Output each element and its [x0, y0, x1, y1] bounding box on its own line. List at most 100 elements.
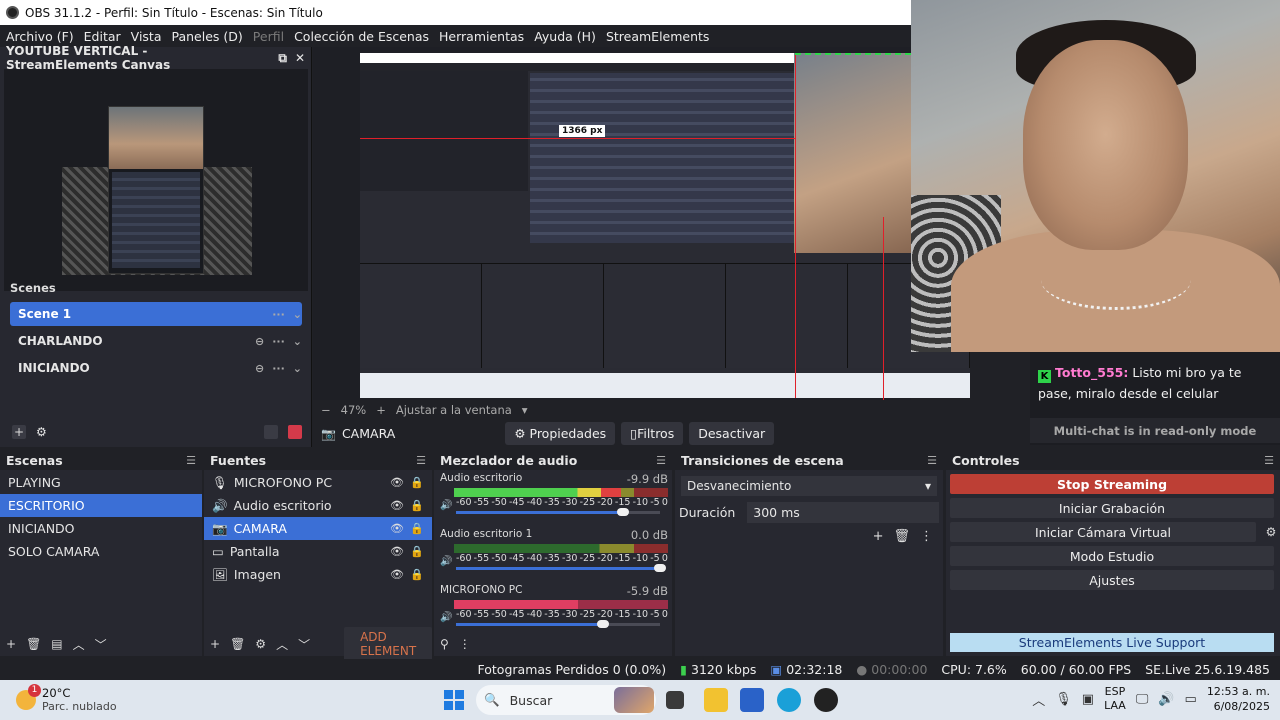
volume-slider[interactable] — [456, 508, 660, 516]
mute-toggle-icon[interactable]: 🔊 — [440, 556, 452, 567]
move-down-icon[interactable]: ﹀ — [298, 636, 310, 653]
volume-slider[interactable] — [456, 620, 660, 628]
more-icon[interactable]: ··· — [272, 362, 285, 375]
filter-icon[interactable]: ▤ — [51, 637, 62, 651]
eye-icon[interactable]: 👁 — [390, 499, 404, 512]
chevron-up-icon[interactable]: ︿ — [1032, 690, 1045, 709]
stop-streaming-button[interactable]: Stop Streaming — [950, 474, 1274, 494]
add-element-button[interactable]: ADD ELEMENT — [344, 627, 433, 661]
edge-icon[interactable] — [777, 688, 801, 712]
more-icon[interactable]: ··· — [272, 335, 285, 348]
canvas-record-button[interactable] — [288, 425, 302, 439]
settings-button[interactable]: Ajustes — [950, 570, 1274, 590]
more-icon[interactable]: ··· — [272, 308, 285, 321]
se-live-support-button[interactable]: StreamElements Live Support — [950, 633, 1274, 652]
volume-slider-handle[interactable] — [617, 508, 630, 516]
volume-slider-handle[interactable] — [596, 620, 609, 628]
link-icon[interactable]: ⊖ — [255, 335, 264, 348]
start-recording-button[interactable]: Iniciar Grabación — [950, 498, 1274, 518]
network-icon[interactable]: 🖵 — [1136, 692, 1149, 707]
move-up-icon[interactable]: ︿ — [73, 636, 85, 653]
add-icon[interactable]: + — [210, 637, 220, 651]
battery-icon[interactable]: ▭ — [1185, 692, 1197, 707]
source-item[interactable]: 📷 CAMARA 👁 🔒 — [204, 517, 432, 540]
gear-icon[interactable]: ⚙ — [1262, 525, 1280, 539]
menu-archivo[interactable]: Archivo (F) — [6, 29, 74, 44]
canvas-scene-row[interactable]: Scene 1 ··· ⌄ — [10, 302, 302, 326]
chevron-down-icon[interactable]: ▾ — [522, 403, 528, 417]
dock-close-icon[interactable]: ✕ — [295, 51, 305, 65]
canvas-settings-icon[interactable]: ⚙ — [36, 425, 47, 439]
weather-widget[interactable]: 1 20°C Parc. nublado — [16, 683, 117, 713]
canvas-stream-button[interactable] — [264, 425, 278, 439]
properties-button[interactable]: ⚙ Propiedades — [505, 422, 616, 445]
lock-icon[interactable]: 🔒 — [410, 545, 424, 558]
lock-icon[interactable]: 🔒 — [410, 522, 424, 535]
dock-menu-icon[interactable]: ☰ — [656, 454, 666, 467]
chevron-down-icon[interactable]: ⌄ — [293, 362, 302, 375]
task-view-icon[interactable] — [666, 691, 684, 709]
volume-slider[interactable] — [456, 564, 666, 572]
menu-coleccion-escenas[interactable]: Colección de Escenas — [294, 29, 429, 44]
eye-icon[interactable]: 👁 — [390, 568, 404, 581]
lock-icon[interactable]: 🔒 — [410, 568, 424, 581]
mute-toggle-icon[interactable]: 🔊 — [440, 500, 452, 511]
language-indicator[interactable]: ESP LAA — [1104, 685, 1126, 713]
source-item[interactable]: 🔊 Audio escritorio 👁 🔒 — [204, 494, 432, 517]
move-up-icon[interactable]: ︿ — [276, 636, 288, 653]
menu-ayuda[interactable]: Ayuda (H) — [534, 29, 596, 44]
windows-start-icon[interactable] — [444, 690, 464, 710]
menu-editar[interactable]: Editar — [84, 29, 121, 44]
scene-item[interactable]: PLAYING — [0, 471, 202, 494]
lock-icon[interactable]: 🔒 — [410, 499, 424, 512]
dock-menu-icon[interactable]: ☰ — [1264, 454, 1274, 467]
trash-icon[interactable]: 🗑 — [230, 637, 245, 651]
trash-icon[interactable]: 🗑 — [893, 529, 910, 544]
zoom-out-button[interactable]: − — [321, 403, 331, 417]
link-icon[interactable]: ⊖ — [255, 362, 264, 375]
gear-icon[interactable]: ⚙ — [255, 637, 266, 651]
more-vertical-icon[interactable]: ⋮ — [459, 637, 471, 651]
add-icon[interactable]: + — [873, 529, 884, 544]
volume-icon[interactable]: 🔊 — [1158, 692, 1174, 707]
dock-menu-icon[interactable]: ☰ — [186, 454, 196, 467]
menu-perfil[interactable]: Perfil — [253, 29, 284, 44]
source-item[interactable]: ▭ Pantalla 👁 🔒 — [204, 540, 432, 563]
filters-button[interactable]: ▯Filtros — [621, 422, 684, 445]
duration-input[interactable]: 300 ms — [747, 502, 939, 523]
trash-icon[interactable]: 🗑 — [26, 637, 41, 651]
transition-select[interactable]: Desvanecimiento ▾ — [681, 476, 937, 496]
menu-herramientas[interactable]: Herramientas — [439, 29, 524, 44]
lock-icon[interactable]: 🔒 — [410, 476, 424, 489]
dock-menu-icon[interactable]: ☰ — [927, 454, 937, 467]
link-icon[interactable]: ⚲ — [440, 637, 449, 651]
vertical-canvas-preview[interactable] — [4, 69, 308, 291]
zoom-fit-dropdown[interactable]: Ajustar a la ventana — [396, 403, 512, 417]
scene-item[interactable]: ESCRITORIO — [0, 494, 202, 517]
move-down-icon[interactable]: ﹀ — [95, 636, 107, 653]
mute-toggle-icon[interactable]: 🔊 — [440, 612, 452, 623]
add-scene-button[interactable]: + — [12, 425, 26, 439]
zoom-in-button[interactable]: + — [376, 403, 386, 417]
canvas-scene-row[interactable]: CHARLANDO ⊖ ··· ⌄ — [10, 329, 302, 353]
scene-item[interactable]: INICIANDO — [0, 517, 202, 540]
main-preview[interactable]: 1366 px — [313, 47, 970, 400]
obs-taskbar-icon[interactable] — [814, 688, 838, 712]
scene-item[interactable]: SOLO CAMARA — [0, 540, 202, 563]
menu-streamelements[interactable]: StreamElements — [606, 29, 710, 44]
microphone-icon[interactable]: 🎙 — [1055, 692, 1072, 707]
virtual-camera-button[interactable]: Iniciar Cámara Virtual — [950, 522, 1256, 542]
eye-icon[interactable]: 👁 — [390, 545, 404, 558]
studio-mode-button[interactable]: Modo Estudio — [950, 546, 1274, 566]
eye-icon[interactable]: 👁 — [390, 522, 404, 535]
menu-vista[interactable]: Vista — [131, 29, 162, 44]
chevron-down-icon[interactable]: ⌄ — [293, 335, 302, 348]
more-vertical-icon[interactable]: ⋮ — [920, 529, 933, 544]
source-item[interactable]: 🖼 Imagen 👁 🔒 — [204, 563, 432, 586]
canvas-scene-row[interactable]: INICIANDO ⊖ ··· ⌄ — [10, 356, 302, 380]
dock-menu-icon[interactable]: ☰ — [416, 454, 426, 467]
source-item[interactable]: 🎙 MICROFONO PC 👁 🔒 — [204, 471, 432, 494]
chevron-down-icon[interactable]: ⌄ — [293, 308, 302, 321]
add-icon[interactable]: + — [6, 637, 16, 651]
clock[interactable]: 12:53 a. m. 6/08/2025 — [1207, 684, 1270, 714]
